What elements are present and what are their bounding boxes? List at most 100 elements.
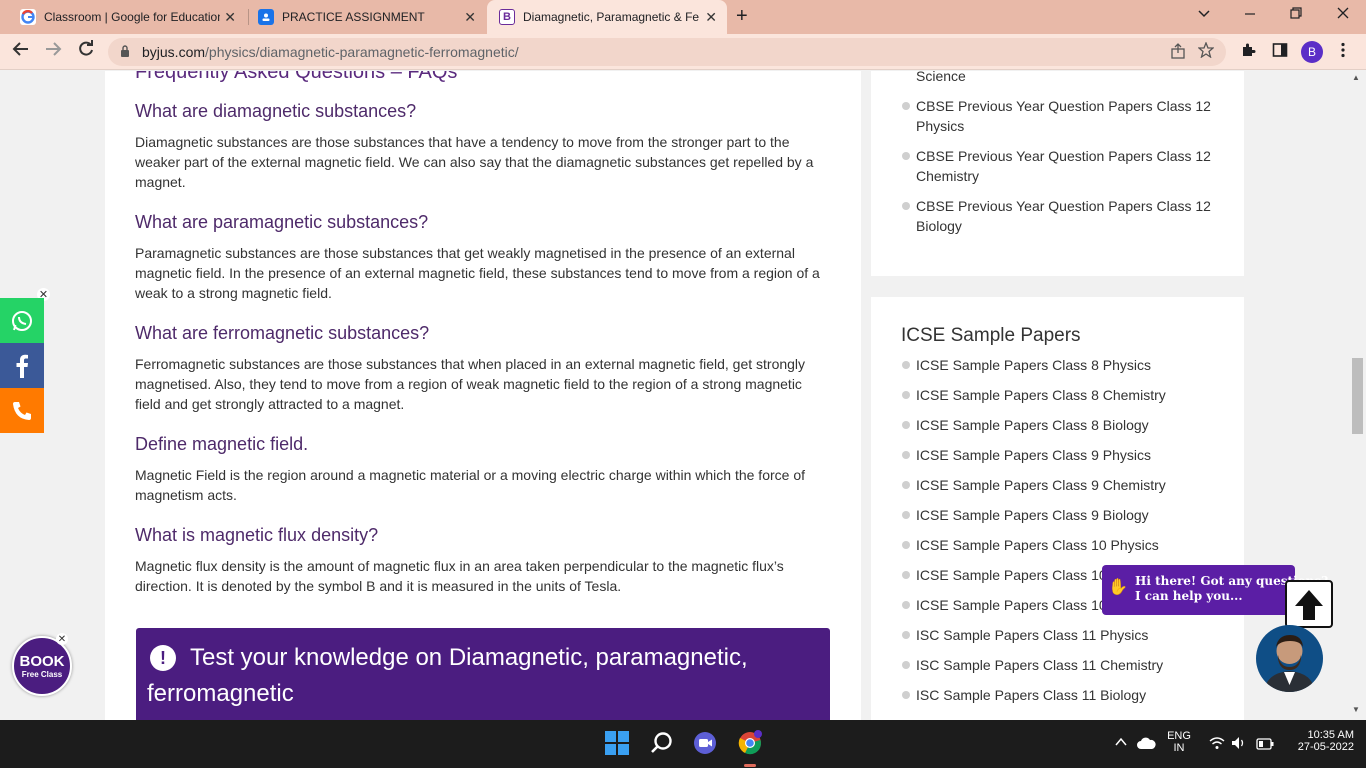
bullet-icon bbox=[902, 661, 910, 669]
search-icon[interactable] bbox=[649, 730, 677, 758]
tab-search-icon[interactable] bbox=[1198, 6, 1210, 23]
side-panel-icon[interactable] bbox=[1272, 42, 1288, 62]
bullet-icon bbox=[902, 202, 910, 210]
sidebar-link-label: CBSE Previous Year Question Papers Class… bbox=[916, 198, 1211, 234]
bullet-icon bbox=[902, 451, 910, 459]
quiz-banner: ! Test your knowledge on Diamagnetic, pa… bbox=[136, 628, 830, 720]
sidebar-link-label: ICSE Sample Papers Class 9 Chemistry bbox=[916, 477, 1166, 493]
forward-icon[interactable] bbox=[44, 40, 62, 63]
faq-answer: Magnetic Field is the region around a ma… bbox=[135, 467, 805, 503]
sidebar-link-label: ICSE Sample Papers Class 8 Chemistry bbox=[916, 387, 1166, 403]
tray-chevron-up-icon[interactable] bbox=[1114, 735, 1128, 754]
faq-question: Define magnetic field. bbox=[135, 434, 309, 454]
bullet-icon bbox=[902, 691, 910, 699]
google-icon bbox=[20, 9, 36, 25]
facebook-icon bbox=[16, 354, 28, 378]
sidebar-link[interactable]: Science bbox=[916, 71, 1216, 86]
new-tab-button[interactable]: + bbox=[736, 5, 748, 28]
sidebar-link[interactable]: ICSE Sample Papers Class 9 Biology bbox=[902, 505, 1216, 525]
sidebar-link[interactable]: CBSE Previous Year Question Papers Class… bbox=[902, 96, 1216, 136]
sidebar-link-label: CBSE Previous Year Question Papers Class… bbox=[916, 98, 1211, 134]
sidebar-link[interactable]: ICSE Sample Papers Class 9 Physics bbox=[902, 445, 1216, 465]
volume-icon[interactable] bbox=[1231, 736, 1247, 755]
bookmark-star-icon[interactable] bbox=[1197, 41, 1215, 63]
sidebar-link-label: ISC Sample Papers Class 11 Chemistry bbox=[916, 657, 1164, 673]
language-code: ENG bbox=[1167, 730, 1191, 742]
sidebar-link[interactable]: ISC Sample Papers Class 11 Chemistry bbox=[902, 655, 1216, 675]
sidebar-link[interactable]: ICSE Sample Papers Class 8 Physics bbox=[902, 355, 1216, 375]
phone-icon bbox=[13, 401, 31, 420]
address-bar[interactable]: byjus.com/physics/diamagnetic-paramagnet… bbox=[108, 38, 1226, 66]
onedrive-cloud-icon[interactable] bbox=[1136, 736, 1156, 755]
menu-icon[interactable] bbox=[1340, 42, 1346, 62]
sidebar-link-label: ICSE Sample Papers Class 10 Physics bbox=[916, 537, 1159, 553]
extensions-icon[interactable] bbox=[1240, 42, 1256, 62]
sidebar-link-label: ICSE Sample Papers Class 9 Physics bbox=[916, 447, 1151, 463]
active-app-indicator bbox=[744, 764, 756, 767]
faq-answer: Magnetic flux density is the amount of m… bbox=[135, 558, 784, 594]
lock-icon bbox=[120, 45, 130, 60]
os-taskbar: ENG IN 10:35 AM 27-05-2022 bbox=[0, 720, 1366, 768]
windows-start-icon[interactable] bbox=[604, 730, 632, 758]
minimize-icon[interactable] bbox=[1244, 6, 1256, 23]
waving-hand-icon: ✋ bbox=[1108, 577, 1128, 596]
wifi-icon[interactable] bbox=[1209, 736, 1225, 755]
bullet-icon bbox=[902, 152, 910, 160]
teams-chat-icon[interactable] bbox=[692, 730, 720, 758]
facebook-share-button[interactable] bbox=[0, 343, 44, 388]
quiz-title: Test your knowledge on Diamagnetic, para… bbox=[147, 644, 748, 707]
tab-diamagnetic[interactable]: B Diamagnetic, Paramagnetic & Fe ✕ bbox=[487, 0, 727, 34]
chat-line-2: I can help you... bbox=[1135, 589, 1243, 603]
share-icon[interactable] bbox=[1170, 43, 1186, 62]
close-window-icon[interactable] bbox=[1337, 6, 1349, 23]
sidebar-link[interactable]: ICSE Sample Papers Class 10 Physics bbox=[902, 535, 1216, 555]
sidebar-link[interactable]: CBSE Previous Year Question Papers Class… bbox=[902, 196, 1216, 236]
profile-avatar[interactable]: B bbox=[1301, 41, 1323, 63]
sidebar-link[interactable]: ICSE Sample Papers Class 9 Chemistry bbox=[902, 475, 1216, 495]
back-icon[interactable] bbox=[12, 40, 30, 63]
region-code: IN bbox=[1173, 742, 1185, 754]
restore-icon[interactable] bbox=[1290, 6, 1302, 23]
chat-agent-avatar[interactable] bbox=[1256, 625, 1323, 692]
tab-title: Diamagnetic, Paramagnetic & Fe bbox=[523, 10, 699, 24]
faq-question: What is magnetic flux density? bbox=[135, 525, 379, 545]
sidebar-link-label: CBSE Previous Year Question Papers Class… bbox=[916, 148, 1211, 184]
language-indicator[interactable]: ENG IN bbox=[1164, 730, 1194, 754]
faq-question: What are diamagnetic substances? bbox=[135, 101, 417, 121]
sidebar-link-label: ICSE Sample Papers Class 10 bbox=[916, 567, 1107, 583]
whatsapp-share-button[interactable] bbox=[0, 298, 44, 343]
book-free-class-button[interactable]: BOOK Free Class bbox=[12, 636, 72, 696]
close-book-icon[interactable]: ✕ bbox=[56, 633, 68, 645]
sidebar-link[interactable]: ISC Sample Papers Class 11 Physics bbox=[902, 625, 1216, 645]
close-tab-icon[interactable]: ✕ bbox=[224, 9, 236, 26]
reload-icon[interactable] bbox=[77, 40, 95, 63]
sidebar-link[interactable]: ISC Sample Papers Class 11 Biology bbox=[902, 685, 1216, 705]
scroll-down-arrow-icon[interactable]: ▼ bbox=[1352, 705, 1360, 714]
tab-practice-assignment[interactable]: PRACTICE ASSIGNMENT ✕ bbox=[238, 0, 486, 34]
sidebar-link[interactable]: CBSE Previous Year Question Papers Class… bbox=[902, 146, 1216, 186]
chrome-taskbar-icon[interactable] bbox=[737, 730, 765, 758]
chat-prompt-bubble[interactable]: ✋ Hi there! Got any questions? I can hel… bbox=[1102, 565, 1328, 615]
sidebar-link[interactable]: ICSE Sample Papers Class 8 Biology bbox=[902, 415, 1216, 435]
arrow-up-icon bbox=[1295, 590, 1323, 620]
bullet-icon bbox=[902, 601, 910, 609]
sidebar-link-label: ISC Sample Papers Class 11 Biology bbox=[916, 687, 1147, 703]
bullet-icon bbox=[902, 102, 910, 110]
clock-time: 10:35 AM bbox=[1307, 729, 1354, 741]
battery-icon[interactable] bbox=[1256, 737, 1274, 755]
tab-classroom[interactable]: Classroom | Google for Education ✕ bbox=[0, 0, 246, 34]
url-domain: byjus.com bbox=[142, 44, 206, 60]
clock[interactable]: 10:35 AM 27-05-2022 bbox=[1280, 729, 1354, 753]
phone-call-button[interactable] bbox=[0, 388, 44, 433]
scrollbar-thumb[interactable] bbox=[1352, 358, 1363, 434]
sidebar-link[interactable]: ICSE Sample Papers Class 8 Chemistry bbox=[902, 385, 1216, 405]
bullet-icon bbox=[902, 361, 910, 369]
scroll-to-top-button[interactable] bbox=[1285, 580, 1333, 628]
close-tab-icon[interactable]: ✕ bbox=[464, 9, 476, 26]
bullet-icon bbox=[902, 631, 910, 639]
sidebar-section-title: ICSE Sample Papers bbox=[901, 325, 1081, 346]
byjus-icon: B bbox=[499, 9, 515, 25]
book-label: BOOK bbox=[19, 653, 65, 670]
close-tab-icon[interactable]: ✕ bbox=[705, 9, 717, 26]
scroll-up-arrow-icon[interactable]: ▲ bbox=[1352, 73, 1360, 82]
